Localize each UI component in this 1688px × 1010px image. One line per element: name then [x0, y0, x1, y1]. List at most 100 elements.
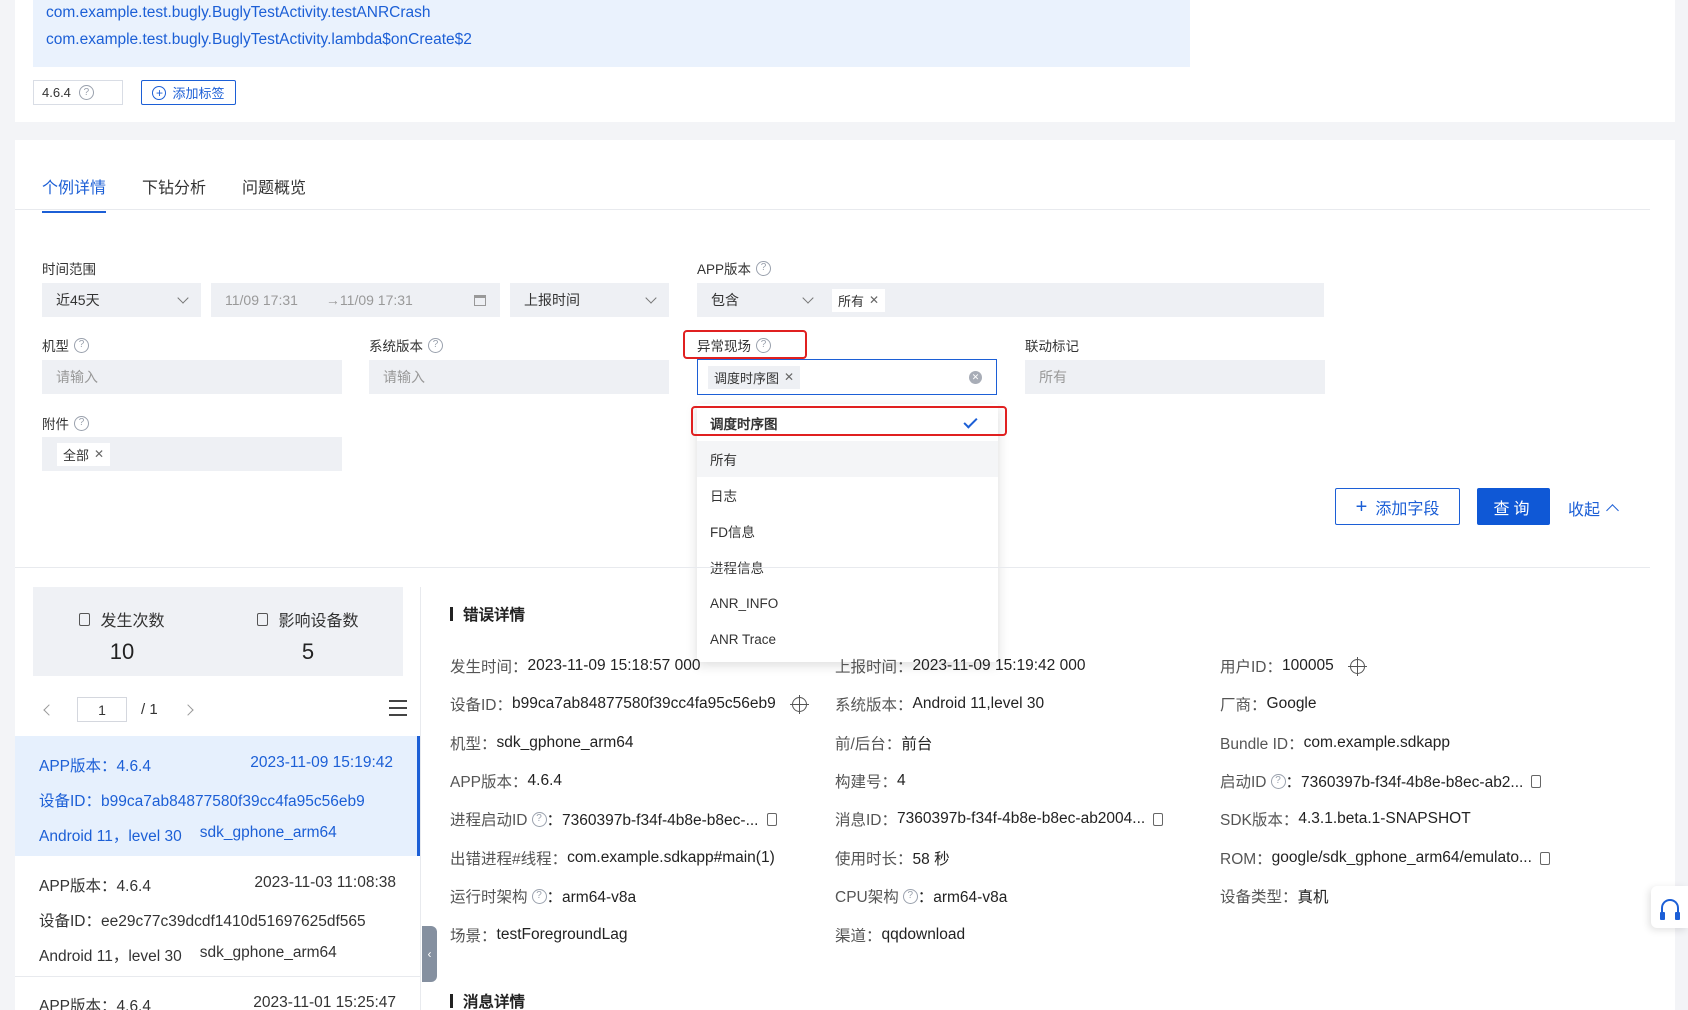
add-field-button[interactable]: + 添加字段 [1335, 488, 1460, 525]
collapse-button[interactable]: 收起 [1568, 496, 1619, 520]
list-item[interactable]: APP版本：4.6.4 2023-11-01 15:25:47 [15, 976, 420, 1010]
list-item[interactable]: APP版本：4.6.4 2023-11-09 15:19:42 设备ID：b99c… [15, 736, 420, 856]
item-version: APP版本：4.6.4 [39, 878, 151, 895]
query-button[interactable]: 查询 [1477, 488, 1550, 525]
tab-drill-analysis[interactable]: 下钻分析 [142, 174, 206, 213]
dropdown-option[interactable]: ANR Trace [697, 621, 998, 657]
copy-icon[interactable] [1539, 851, 1550, 865]
kv-value: 前台 [901, 736, 933, 753]
detail-foreground: 前/后台： 前台 [835, 732, 932, 754]
divider [15, 209, 1650, 210]
dropdown-option[interactable]: 日志 [697, 477, 998, 513]
kv-key: 前/后台： [835, 736, 902, 753]
copy-icon[interactable] [766, 812, 777, 826]
plus-circle-icon: + [152, 85, 167, 100]
copy-icon[interactable] [1153, 812, 1164, 826]
kv-key: 启动ID? [1220, 770, 1286, 792]
detail-vendor: 厂商： Google [1220, 693, 1317, 715]
item-time: 2023-11-03 11:08:38 [254, 874, 396, 891]
kv-key: 机型： [450, 736, 497, 753]
detail-message-id: 消息ID： 7360397b-f34f-4b8e-b8ec-ab2004... [835, 808, 1164, 830]
kv-value: com.example.sdkapp#main(1) [567, 849, 775, 866]
scene-select[interactable]: 调度时序图 ✕ ✕ [697, 359, 997, 395]
kv-value: ：arm64-v8a [546, 889, 637, 906]
stat-value: 10 [109, 639, 135, 664]
kv-key: SDK版本： [1220, 812, 1299, 829]
item-device: 设备ID：ee29c77c39dcdf1410d51697625df565 [39, 913, 366, 930]
dropdown-option[interactable]: FD信息 [697, 513, 998, 549]
help-icon[interactable]: ? [74, 337, 89, 353]
copy-icon[interactable] [1531, 774, 1542, 788]
kv-value: b99ca7ab84877580f39cc4fa95c56eb9 [512, 695, 776, 712]
kv-key: 上报时间： [835, 659, 913, 676]
kv-value: 4.3.1.beta.1-SNAPSHOT [1298, 810, 1471, 827]
app-version-field[interactable]: 包含 所有 ✕ [697, 283, 1324, 317]
kv-value: Android 11,level 30 [912, 695, 1045, 712]
help-icon[interactable]: ? [74, 415, 89, 431]
time-type-select[interactable]: 上报时间 [510, 283, 669, 317]
add-tag-button[interactable]: + 添加标签 [141, 80, 236, 105]
kv-value: com.example.sdkapp [1303, 734, 1451, 751]
locate-icon[interactable] [1347, 656, 1367, 676]
locate-icon[interactable] [789, 694, 809, 714]
list-item[interactable]: APP版本：4.6.4 2023-11-03 11:08:38 设备ID：ee29… [15, 856, 420, 976]
detail-scene: 场景： testForegroundLag [450, 924, 628, 946]
attachment-label: 附件 ? [42, 413, 89, 433]
help-icon[interactable]: ? [756, 337, 771, 353]
linked-mark-select[interactable]: 所有 [1025, 360, 1325, 394]
kv-value: ：arm64-v8a [917, 889, 1008, 906]
page-input[interactable]: 1 [77, 697, 127, 722]
support-button[interactable] [1651, 886, 1688, 928]
help-icon[interactable]: ? [428, 337, 443, 353]
help-icon[interactable]: ? [756, 260, 772, 276]
kv-key: 厂商： [1220, 697, 1267, 714]
close-icon[interactable]: ✕ [784, 370, 794, 384]
chevron-left-icon[interactable] [43, 703, 55, 716]
phone-icon [257, 612, 269, 626]
tab-issue-overview[interactable]: 问题概览 [242, 174, 306, 213]
clear-icon[interactable]: ✕ [969, 370, 982, 384]
kv-value: ：7360397b-f34f-4b8e-b8ec-... [546, 812, 759, 829]
attach-label-text: 附件 [42, 417, 69, 432]
tab-case-detail[interactable]: 个例详情 [42, 174, 107, 213]
close-icon[interactable]: ✕ [94, 447, 104, 461]
help-icon[interactable]: ? [78, 85, 94, 100]
chevron-right-icon[interactable] [182, 703, 194, 716]
item-model: sdk_gphone_arm64 [199, 824, 337, 841]
item-os: Android 11，level 30 [39, 948, 182, 965]
stack-line: com.example.test.bugly.BuglyTestActivity… [46, 31, 472, 48]
os-version-label: 系统版本 ? [369, 335, 443, 355]
item-os: Android 11，level 30 [39, 828, 182, 845]
time-range-select[interactable]: 近45天 [42, 283, 201, 317]
chevron-down-icon [802, 292, 814, 304]
kv-value: 2023-11-09 15:19:42 000 [912, 657, 1086, 674]
date-range-picker[interactable]: 11/09 17:31 → 11/09 17:31 [211, 283, 500, 317]
detail-rom: ROM： google/sdk_gphone_arm64/emulato... [1220, 847, 1550, 869]
help-icon[interactable]: ? [531, 811, 547, 827]
kv-key: 用户ID： [1220, 659, 1283, 676]
plus-icon: + [1355, 495, 1368, 518]
os-version-input[interactable]: 请输入 [369, 360, 669, 394]
help-icon[interactable]: ? [1270, 773, 1286, 789]
detail-os-version: 系统版本： Android 11,level 30 [835, 693, 1044, 715]
help-icon[interactable]: ? [902, 888, 918, 904]
kv-key: 设备类型： [1220, 889, 1298, 906]
help-icon[interactable]: ? [531, 888, 547, 904]
collapse-sidebar-handle[interactable]: ‹ [422, 926, 437, 982]
detail-report-time: 上报时间： 2023-11-09 15:19:42 000 [835, 655, 1085, 677]
kv-key: 进程启动ID? [450, 808, 547, 830]
section-title-text: 消息详情 [463, 994, 526, 1010]
dropdown-option[interactable]: 所有 [697, 441, 998, 477]
app-version-label: APP版本 ? [697, 258, 772, 278]
dropdown-option[interactable]: ANR_INFO [697, 585, 998, 621]
add-tag-label: 添加标签 [172, 86, 225, 101]
divider [420, 587, 421, 1010]
time-range-label: 时间范围 [42, 262, 96, 277]
kv-key: 使用时长： [835, 851, 913, 868]
model-label: 机型 ? [42, 335, 89, 355]
chevron-down-icon [645, 292, 657, 304]
list-menu-icon[interactable] [389, 700, 407, 721]
attachment-select[interactable]: 全部 ✕ [42, 437, 342, 471]
close-icon[interactable]: ✕ [869, 293, 879, 307]
model-input[interactable]: 请输入 [42, 360, 342, 394]
